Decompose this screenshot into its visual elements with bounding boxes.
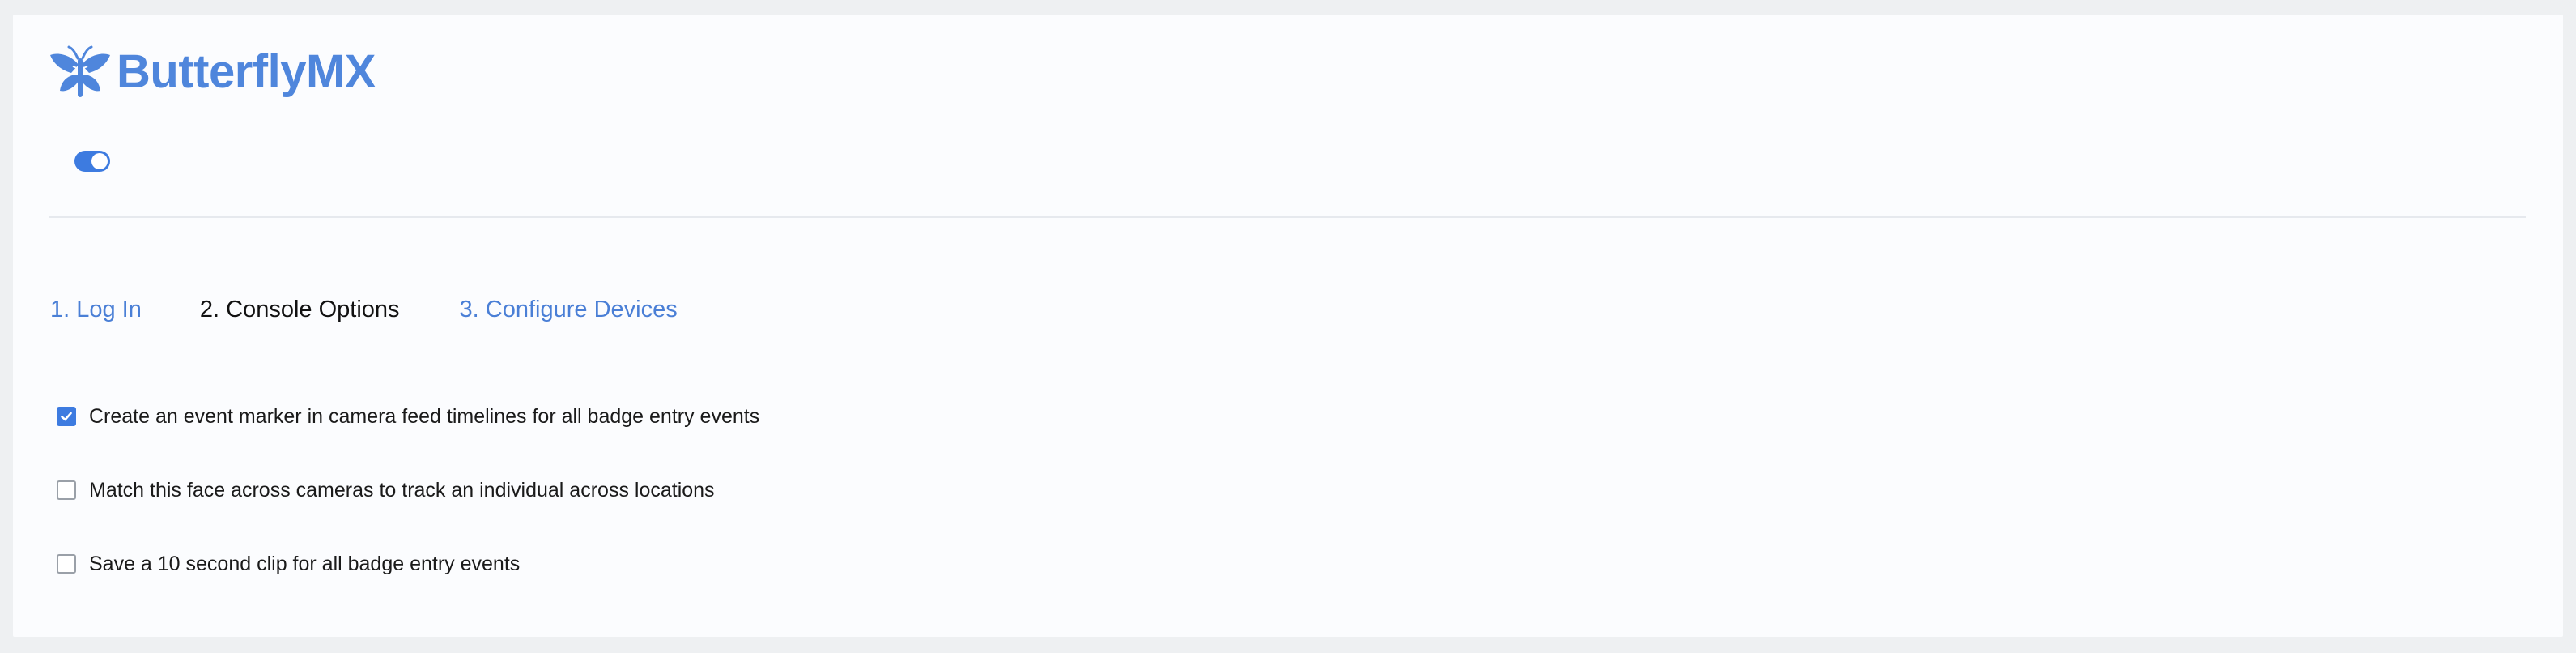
option-face-match[interactable]: Match this face across cameras to track … <box>57 474 715 506</box>
header-divider <box>49 216 2526 218</box>
brand-logo: ButterflyMX <box>49 44 376 100</box>
wizard-steps: 1. Log In 2. Console Options 3. Configur… <box>50 293 678 326</box>
step-console-options[interactable]: 2. Console Options <box>200 293 400 326</box>
checkmark-icon <box>61 412 72 421</box>
feature-toggle[interactable] <box>74 151 110 172</box>
event-marker-label: Create an event marker in camera feed ti… <box>89 405 760 428</box>
face-match-checkbox[interactable] <box>57 480 76 500</box>
save-clip-label: Save a 10 second clip for all badge entr… <box>89 553 521 575</box>
face-match-label: Match this face across cameras to track … <box>89 479 715 501</box>
event-marker-checkbox[interactable] <box>57 407 76 426</box>
save-clip-checkbox[interactable] <box>57 554 76 574</box>
butterfly-icon <box>50 45 110 97</box>
setup-panel: ButterflyMX 1. Log In 2. Console Options… <box>13 15 2563 637</box>
toggle-knob <box>91 153 108 169</box>
step-log-in[interactable]: 1. Log In <box>50 293 142 326</box>
option-save-clip[interactable]: Save a 10 second clip for all badge entr… <box>57 548 520 580</box>
option-event-marker[interactable]: Create an event marker in camera feed ti… <box>57 400 759 433</box>
step-configure-devices[interactable]: 3. Configure Devices <box>460 293 678 326</box>
brand-name: ButterflyMX <box>117 45 376 98</box>
